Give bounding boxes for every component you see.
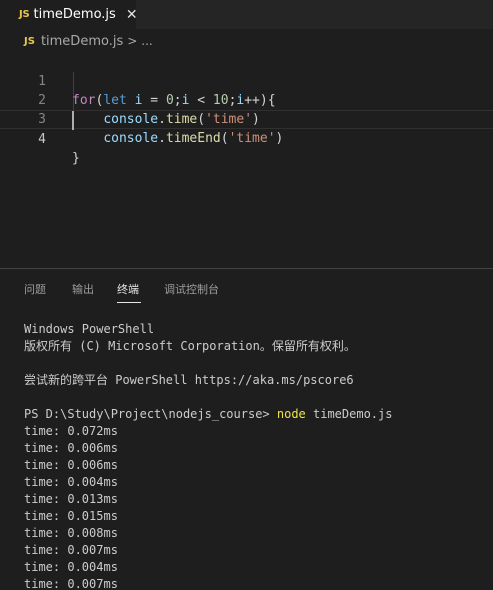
code-text: console.timeEnd('time') — [103, 131, 284, 146]
terminal-output-line: time: 0.013ms — [24, 492, 118, 506]
code-line-3[interactable]: 3 console.timeEnd('time') — [0, 91, 493, 146]
vscode-window: JS timeDemo.js ✕ JS timeDemo.js > ... 1 … — [0, 0, 493, 590]
editor-tab-bar: JS timeDemo.js ✕ — [0, 0, 493, 29]
text-cursor — [72, 111, 74, 130]
terminal-output-line: time: 0.015ms — [24, 509, 118, 523]
terminal-line: 版权所有 (C) Microsoft Corporation。保留所有权利。 — [24, 339, 356, 353]
terminal-line: 尝试新的跨平台 PowerShell https://aka.ms/pscore… — [24, 373, 354, 387]
close-icon[interactable]: ✕ — [126, 7, 138, 23]
javascript-file-icon: JS — [19, 9, 30, 20]
tab-terminal[interactable]: 终端 — [117, 281, 139, 297]
terminal-prompt-line: PS D:\Study\Project\nodejs_course> node … — [24, 406, 489, 423]
breadcrumb-more[interactable]: ... — [141, 34, 152, 48]
terminal-output-line: time: 0.008ms — [24, 526, 118, 540]
terminal-output-line: time: 0.006ms — [24, 441, 118, 455]
javascript-file-icon: JS — [24, 35, 35, 47]
terminal-command-args: timeDemo.js — [305, 407, 393, 421]
terminal-output-line: time: 0.072ms — [24, 424, 118, 438]
terminal-line: Windows PowerShell — [24, 322, 155, 336]
line-number: 4 — [38, 132, 46, 147]
code-text: } — [72, 151, 80, 166]
breadcrumb-file[interactable]: timeDemo.js — [41, 34, 123, 49]
active-tab-indicator — [117, 302, 141, 303]
code-editor[interactable]: 1 for(let i = 0;i < 10;i++){ 2 console.t… — [0, 53, 493, 268]
tab-debug-console[interactable]: 调试控制台 — [164, 281, 219, 297]
breadcrumb: JS timeDemo.js > ... — [0, 29, 493, 53]
editor-tab-timedemo[interactable]: JS timeDemo.js ✕ — [0, 0, 138, 29]
terminal-output-line: time: 0.007ms — [24, 543, 118, 557]
terminal-output-line: time: 0.004ms — [24, 475, 118, 489]
terminal-command: node — [276, 407, 306, 421]
terminal-output-line: time: 0.007ms — [24, 577, 118, 590]
terminal-output-line: time: 0.004ms — [24, 560, 118, 574]
panel-tabs: 问题 输出 终端 调试控制台 — [0, 269, 493, 307]
terminal-output[interactable]: Windows PowerShell 版权所有 (C) Microsoft Co… — [24, 321, 489, 590]
code-line-4[interactable]: 4 } — [0, 110, 493, 166]
tab-title: timeDemo.js — [33, 7, 116, 22]
tab-problems[interactable]: 问题 — [24, 281, 46, 297]
bottom-panel: 问题 输出 终端 调试控制台 Windows PowerShell 版权所有 (… — [0, 268, 493, 590]
terminal-prompt: PS D:\Study\Project\nodejs_course> — [24, 407, 277, 421]
code-line-1[interactable]: 1 for(let i = 0;i < 10;i++){ — [0, 53, 493, 108]
chevron-right-icon: > — [127, 34, 138, 48]
terminal-output-line: time: 0.006ms — [24, 458, 118, 472]
tab-output[interactable]: 输出 — [72, 281, 94, 297]
code-line-2[interactable]: 2 console.time('time') — [0, 72, 493, 127]
